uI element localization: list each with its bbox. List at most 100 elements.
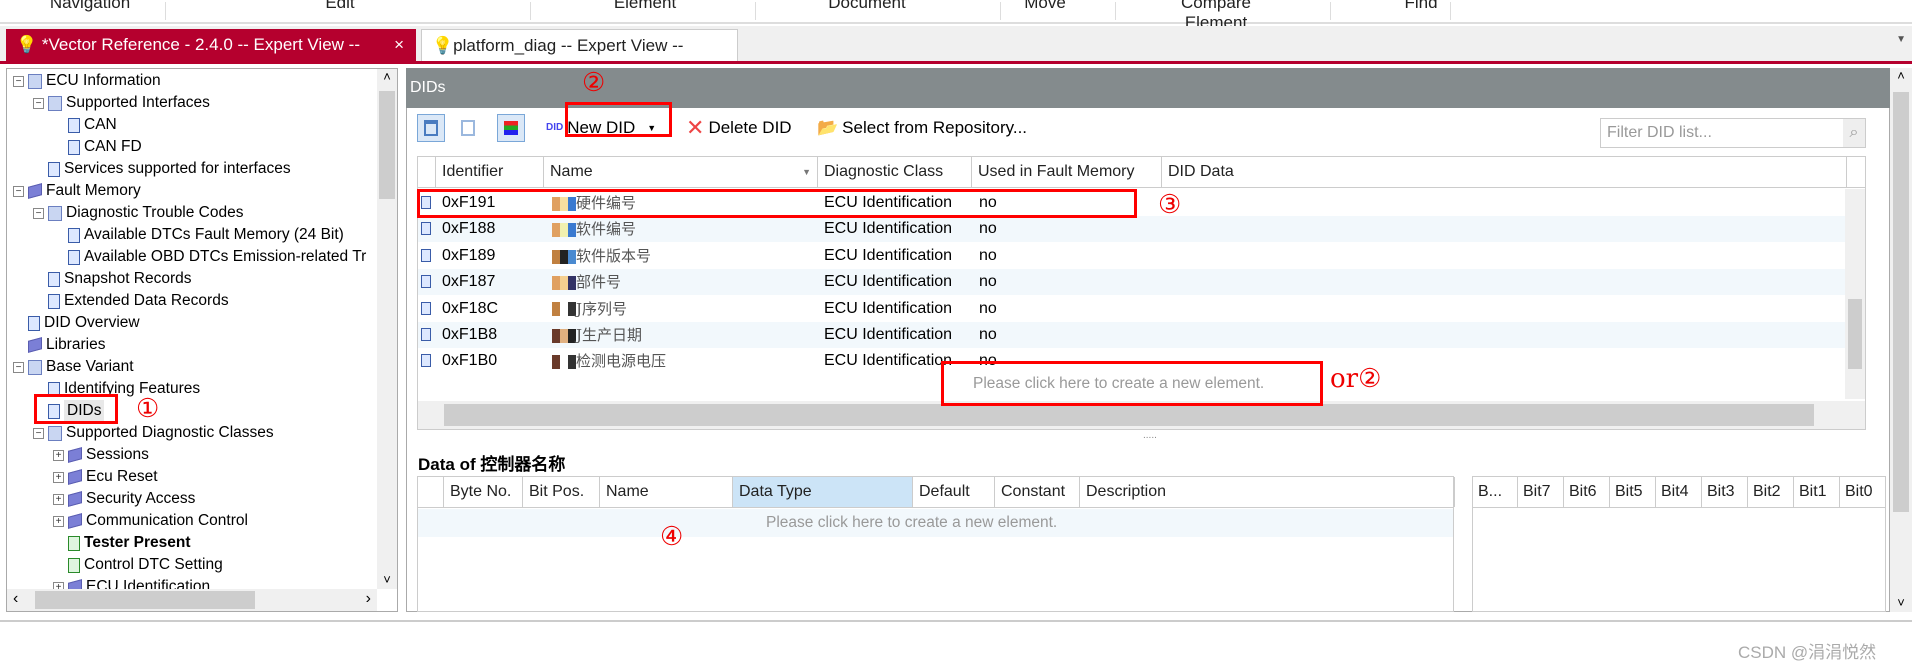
column-header-name[interactable]: Name ▼ <box>544 157 818 187</box>
column-header-name[interactable]: Name <box>600 477 733 507</box>
did-used-in-fault-memory: no <box>979 220 997 238</box>
expand-icon[interactable]: + <box>53 471 64 483</box>
tree-item-supported-diagnostic-classes[interactable]: − Supported Diagnostic Classes <box>33 422 274 444</box>
expand-icon[interactable]: + <box>53 515 64 527</box>
bit-column-header: Bit1 <box>1794 477 1840 507</box>
tree-item-communication-control[interactable]: + Communication Control <box>53 510 248 532</box>
collapse-icon[interactable]: − <box>13 361 24 373</box>
tree-item-can-fd[interactable]: CAN FD <box>53 136 142 158</box>
column-header-description[interactable]: Description <box>1080 477 1455 507</box>
menu-document[interactable]: Document <box>807 0 927 13</box>
layout-vertical-button[interactable] <box>454 114 482 142</box>
tree-item-available-obd-dtcs-emission-related-tr[interactable]: Available OBD DTCs Emission-related Tr <box>53 246 366 268</box>
column-header-data-type[interactable]: Data Type <box>733 477 913 507</box>
tree-item-label: Communication Control <box>86 512 248 529</box>
did-table-vscroll[interactable] <box>1845 189 1865 399</box>
select-from-repository-button[interactable]: 📂 Select from Repository... <box>817 113 1027 143</box>
tree-item-tester-present[interactable]: Tester Present <box>53 532 191 554</box>
menu-element[interactable]: Element <box>585 0 705 13</box>
layout-horizontal-button[interactable] <box>417 114 445 142</box>
did-row[interactable]: 0xF189 软件版本号 ECU Identification no <box>418 243 1865 269</box>
expand-icon[interactable]: + <box>53 449 64 461</box>
tree-item-extended-data-records[interactable]: Extended Data Records <box>33 290 229 312</box>
column-header-constant[interactable]: Constant <box>995 477 1080 507</box>
menu-separator <box>755 2 756 20</box>
close-icon[interactable]: × <box>394 29 404 61</box>
column-header-default[interactable]: Default <box>913 477 995 507</box>
column-header-used-in-fault-memory[interactable]: Used in Fault Memory <box>972 157 1162 187</box>
tree-item-available-dtcs-fault-memory-24-bit-[interactable]: Available DTCs Fault Memory (24 Bit) <box>53 224 344 246</box>
did-row[interactable]: 0xF1B8 J生产日期 ECU Identification no <box>418 322 1865 348</box>
column-header-did-data[interactable]: DID Data <box>1162 157 1847 187</box>
tree-item-base-variant[interactable]: − Base Variant <box>13 356 134 378</box>
menu-navigation[interactable]: Navigation <box>30 0 150 13</box>
menu-find[interactable]: Find <box>1361 0 1481 13</box>
search-icon[interactable]: ⌕ <box>1843 119 1865 147</box>
scroll-down-icon[interactable]: ˅ <box>377 572 397 587</box>
filter-did-input[interactable]: Filter DID list... ⌕ <box>1600 118 1866 148</box>
column-header-bit-pos-[interactable]: Bit Pos. <box>523 477 600 507</box>
tree-item-supported-interfaces[interactable]: − Supported Interfaces <box>33 92 210 114</box>
bit-column-header: Bit6 <box>1564 477 1610 507</box>
expand-icon[interactable]: + <box>53 581 64 589</box>
delete-x-icon: ✕ <box>686 115 705 140</box>
tab-list-dropdown-icon[interactable]: ▼ <box>1896 34 1906 45</box>
delete-did-button[interactable]: ✕ Delete DID <box>686 113 792 143</box>
editor-vertical-scrollbar[interactable]: ˄ ˅ <box>1890 68 1912 612</box>
tree-item-ecu-reset[interactable]: + Ecu Reset <box>53 466 158 488</box>
tree-item-services-supported-for-interfaces[interactable]: Services supported for interfaces <box>33 158 291 180</box>
scroll-right-icon[interactable]: › <box>366 590 371 608</box>
did-row[interactable]: 0xF18C J序列号 ECU Identification no <box>418 296 1865 322</box>
tree-item-did-overview[interactable]: DID Overview <box>13 312 140 334</box>
annotation-box-dids <box>34 394 118 424</box>
book-icon <box>68 491 82 507</box>
collapse-icon[interactable]: − <box>33 207 44 219</box>
sort-arrow-icon[interactable]: ▼ <box>802 167 811 177</box>
did-row[interactable]: 0xF188 软件编号 ECU Identification no <box>418 216 1865 243</box>
expand-icon[interactable]: + <box>53 493 64 505</box>
column-header-diagnostic-class[interactable]: Diagnostic Class <box>818 157 972 187</box>
annotation-or2: or② <box>1330 364 1382 394</box>
scroll-thumb[interactable] <box>379 91 395 199</box>
bit-column-header: Bit0 <box>1840 477 1886 507</box>
tree-item-libraries[interactable]: Libraries <box>13 334 105 356</box>
scroll-left-icon[interactable]: ‹ <box>13 590 18 608</box>
collapse-icon[interactable]: − <box>13 75 24 87</box>
tree-item-fault-memory[interactable]: − Fault Memory <box>13 180 141 202</box>
tree-item-can[interactable]: CAN <box>53 114 117 136</box>
tree-item-sessions[interactable]: + Sessions <box>53 444 149 466</box>
book-icon <box>68 579 82 589</box>
collapse-icon[interactable]: − <box>33 427 44 439</box>
tab-vector-reference[interactable]: 💡 *Vector Reference - 2.4.0 -- Expert Vi… <box>6 29 416 61</box>
column-header-identifier[interactable]: Identifier <box>436 157 544 187</box>
tree-item-snapshot-records[interactable]: Snapshot Records <box>33 268 192 290</box>
column-header-icon[interactable] <box>418 477 444 507</box>
redacted-blur <box>552 223 560 238</box>
menu-move[interactable]: Move <box>985 0 1105 13</box>
tab-platform-diag[interactable]: 💡platform_diag -- Expert View -- <box>421 29 738 61</box>
collapse-icon[interactable]: − <box>13 185 24 197</box>
menu-edit[interactable]: Edit <box>280 0 400 13</box>
tree-horizontal-scrollbar[interactable]: ‹ › <box>7 589 377 611</box>
color-view-button[interactable] <box>497 114 525 142</box>
tree-vertical-scrollbar[interactable]: ˄ ˅ <box>377 69 397 589</box>
collapse-icon[interactable]: − <box>33 97 44 109</box>
redacted-blur <box>568 328 576 343</box>
did-row[interactable]: 0xF187 部件号 ECU Identification no <box>418 269 1865 296</box>
create-new-data-row[interactable]: Please click here to create a new elemen… <box>418 509 1453 537</box>
redacted-blur <box>560 355 568 370</box>
scroll-thumb[interactable] <box>35 591 255 609</box>
scroll-up-icon[interactable]: ˄ <box>377 69 397 84</box>
column-header-icon[interactable] <box>418 157 436 187</box>
tree-item-security-access[interactable]: + Security Access <box>53 488 195 510</box>
splitter-handle[interactable]: ..... <box>1143 430 1157 441</box>
project-tree-panel: − ECU Information − Supported Interfaces CAN… <box>6 68 398 612</box>
doc-icon <box>68 139 80 155</box>
tree-item-ecu-identification[interactable]: + ECU Identification <box>53 576 210 589</box>
status-area <box>0 620 1912 669</box>
tree-item-ecu-information[interactable]: − ECU Information <box>13 70 161 92</box>
column-header-byte-no-[interactable]: Byte No. <box>444 477 523 507</box>
tree-item-diagnostic-trouble-codes[interactable]: − Diagnostic Trouble Codes <box>33 202 244 224</box>
tree-item-control-dtc-setting[interactable]: Control DTC Setting <box>53 554 223 576</box>
green-icon <box>68 557 80 573</box>
